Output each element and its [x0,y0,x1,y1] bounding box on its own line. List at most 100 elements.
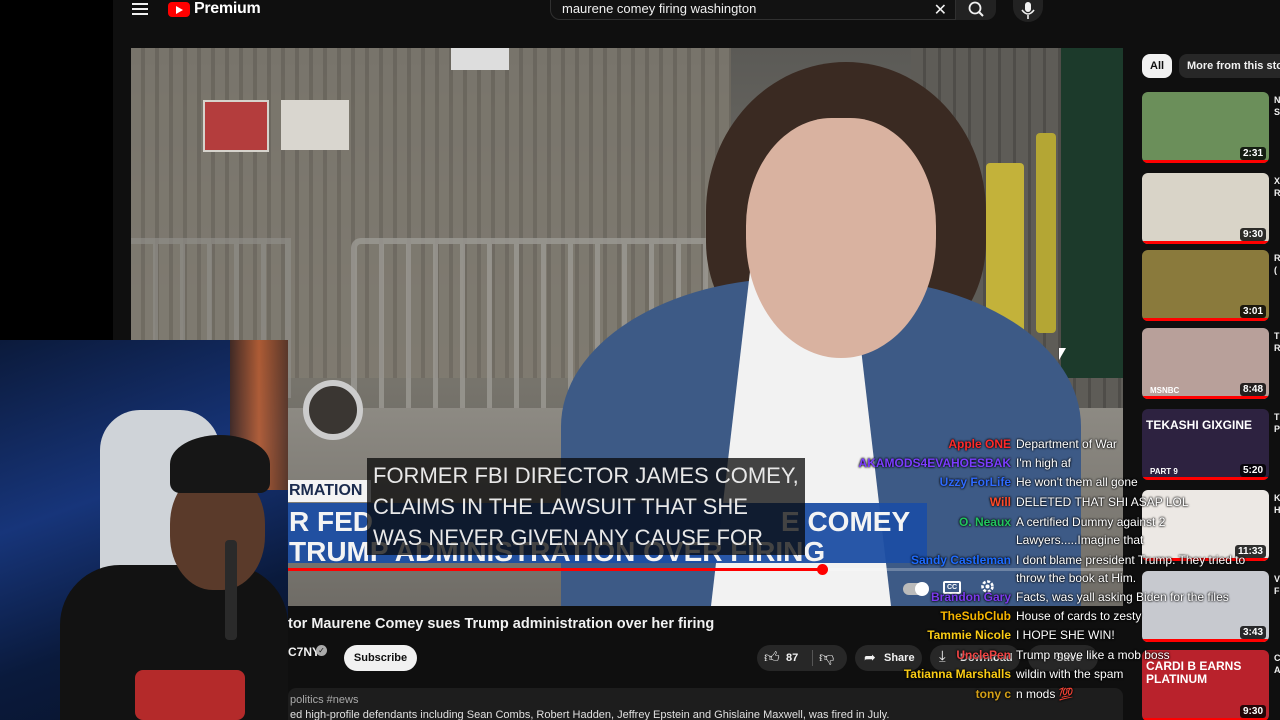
video-sign-white [281,100,349,150]
streamer-webcam [0,340,288,720]
download-icon: ⤓ [939,648,946,665]
description-text: ed high-profile defendants including Sea… [290,709,890,720]
progress-fill [288,568,823,571]
recommended-video-title[interactable]: R ( [1274,252,1280,276]
webcam-microphone [225,540,237,640]
webcam-shirt-print [135,670,245,720]
chip-all[interactable]: All [1142,54,1173,78]
video-duration-badge: 2:31 [1239,147,1266,160]
watched-progress [1142,241,1269,244]
recommended-video-thumbnail[interactable]: 3:01 [1142,250,1269,321]
chat-username[interactable]: AKAMODS4EVAHOESBAK [859,456,1011,471]
video-yellow-post-2 [1036,133,1056,333]
chat-username[interactable]: Brandon Gary [931,590,1011,605]
voice-search-button[interactable] [1013,0,1043,22]
watched-progress [1142,160,1269,163]
recommended-video-thumbnail[interactable]: 9:30 [1142,173,1269,244]
video-duration-badge: 3:43 [1239,626,1266,639]
chyron-label: RMATION [287,480,371,502]
watched-progress [1142,318,1269,321]
thumbnail-tag: MSNBC [1150,386,1180,395]
recommended-video-thumbnail[interactable]: 2:31 [1142,92,1269,163]
chat-message: DELETED THAT SHI ASAP LOL [1016,495,1189,509]
video-green-panel [1061,48,1123,378]
thumbnail-tag: PART 9 [1150,467,1178,476]
recommended-video-title[interactable]: C A [1274,652,1280,676]
video-duration-badge: 9:30 [1239,228,1266,241]
video-title: tor Maurene Comey sues Trump administrat… [288,616,715,632]
recommended-video-thumbnail[interactable]: 3:43 [1142,571,1269,642]
chat-message: Facts, was yall asking Biden for the fil… [1016,590,1229,604]
video-hydrant [303,380,363,440]
description-hashtags[interactable]: politics #news [290,694,358,706]
chat-message: I'm high af [1016,456,1071,470]
chat-message: House of cards to zesty [1016,609,1142,623]
chat-message: He won't them all gone [1016,475,1138,489]
recommended-video-thumbnail[interactable]: MSNBC 8:48 [1142,328,1269,399]
share-icon: ➦ [864,649,876,665]
mouse-cursor-icon [1059,348,1066,360]
caption-line: WAS NEVER GIVEN ANY CAUSE FOR [373,525,763,550]
chat-message: I dont blame president Trump. They tried… [1016,553,1246,567]
video-sign-red [203,100,269,152]
subscribe-button[interactable]: Subscribe [344,645,417,671]
chat-message: Lawyers.....Imagine that [1016,533,1144,547]
search-query[interactable]: maurene comey firing washington [562,1,756,16]
recommended-video-title[interactable]: X R [1274,175,1280,199]
recommended-video-title[interactable]: T R [1274,330,1280,354]
chat-username[interactable]: Uzzy ForLife [940,475,1011,490]
video-duration-badge: 8:48 [1239,383,1266,396]
menu-icon[interactable] [132,1,148,15]
channel-name[interactable]: C7NY [288,645,320,659]
chat-username[interactable]: Apple ONE [948,437,1011,452]
recommended-video-thumbnail[interactable]: TEKASHI GIXGINE PART 9 5:20 [1142,409,1269,480]
logo-text: Premium [194,0,261,17]
thumbnail-title-text: TEKASHI GIXGINE [1146,418,1253,432]
search-input[interactable]: maurene comey firing washington ✕ [550,0,956,20]
chat-username[interactable]: O. Neaux [959,515,1011,530]
search-button[interactable] [956,0,996,20]
closed-captions: FORMER FBI DIRECTOR JAMES COMEY, CLAIMS I… [367,458,805,555]
video-person-face [746,118,936,358]
video-duration-badge: 5:20 [1239,464,1266,477]
chat-message: n mods 💯 [1016,687,1074,701]
recommended-video-title[interactable]: V F [1274,573,1280,597]
chat-username[interactable]: UnclePen [956,648,1011,663]
watched-progress [1142,477,1269,480]
close-icon[interactable]: ✕ [934,0,947,20]
chat-username[interactable]: Tammie Nicole [927,628,1011,643]
youtube-logo[interactable]: Premium [168,0,261,18]
chyron-line-1: R FED [289,506,373,537]
chat-message: I HOPE SHE WIN! [1016,628,1115,642]
chat-username[interactable]: TheSubClub [940,609,1011,624]
chat-username[interactable]: Will [990,495,1011,510]
thumbs-up-icon[interactable]: 👍︎ [764,649,780,667]
watched-progress [1142,396,1269,399]
video-duration-badge: 3:01 [1239,305,1266,318]
like-count[interactable]: 87 [786,652,798,664]
microphone-icon [1021,2,1035,19]
caption-line: CLAIMS IN THE LAWSUIT THAT SHE [373,494,748,519]
thumbs-down-icon[interactable]: 👎︎ [819,649,834,667]
chat-message: Trump move like a mob boss [1016,648,1170,662]
chip-more-from-story[interactable]: More from this story [1179,54,1280,78]
video-duration-badge: 9:30 [1239,705,1266,718]
chat-message: A certified Dummy against 2 [1016,515,1166,529]
chat-username[interactable]: Tatianna Marshalls [904,667,1011,682]
recommended-video-title[interactable]: T P [1274,411,1280,435]
youtube-play-icon [168,1,190,17]
video-sign-top [451,48,509,70]
chat-username[interactable]: Sandy Castleman [911,553,1011,568]
chat-username[interactable]: tony c [976,687,1011,702]
autoplay-toggle[interactable] [903,582,929,596]
recommended-video-title[interactable]: N S [1274,94,1280,118]
chat-message: throw the book at Him. [1016,571,1137,585]
share-label[interactable]: Share [884,652,915,664]
webcam-person-hat [170,435,270,493]
watched-progress [1142,639,1269,642]
verified-icon: ✓ [316,645,327,656]
like-divider [812,650,813,666]
chat-message: wildin with the spam [1016,667,1124,681]
video-progress-bar[interactable] [288,564,1123,575]
recommended-video-title[interactable]: K H [1274,492,1280,516]
